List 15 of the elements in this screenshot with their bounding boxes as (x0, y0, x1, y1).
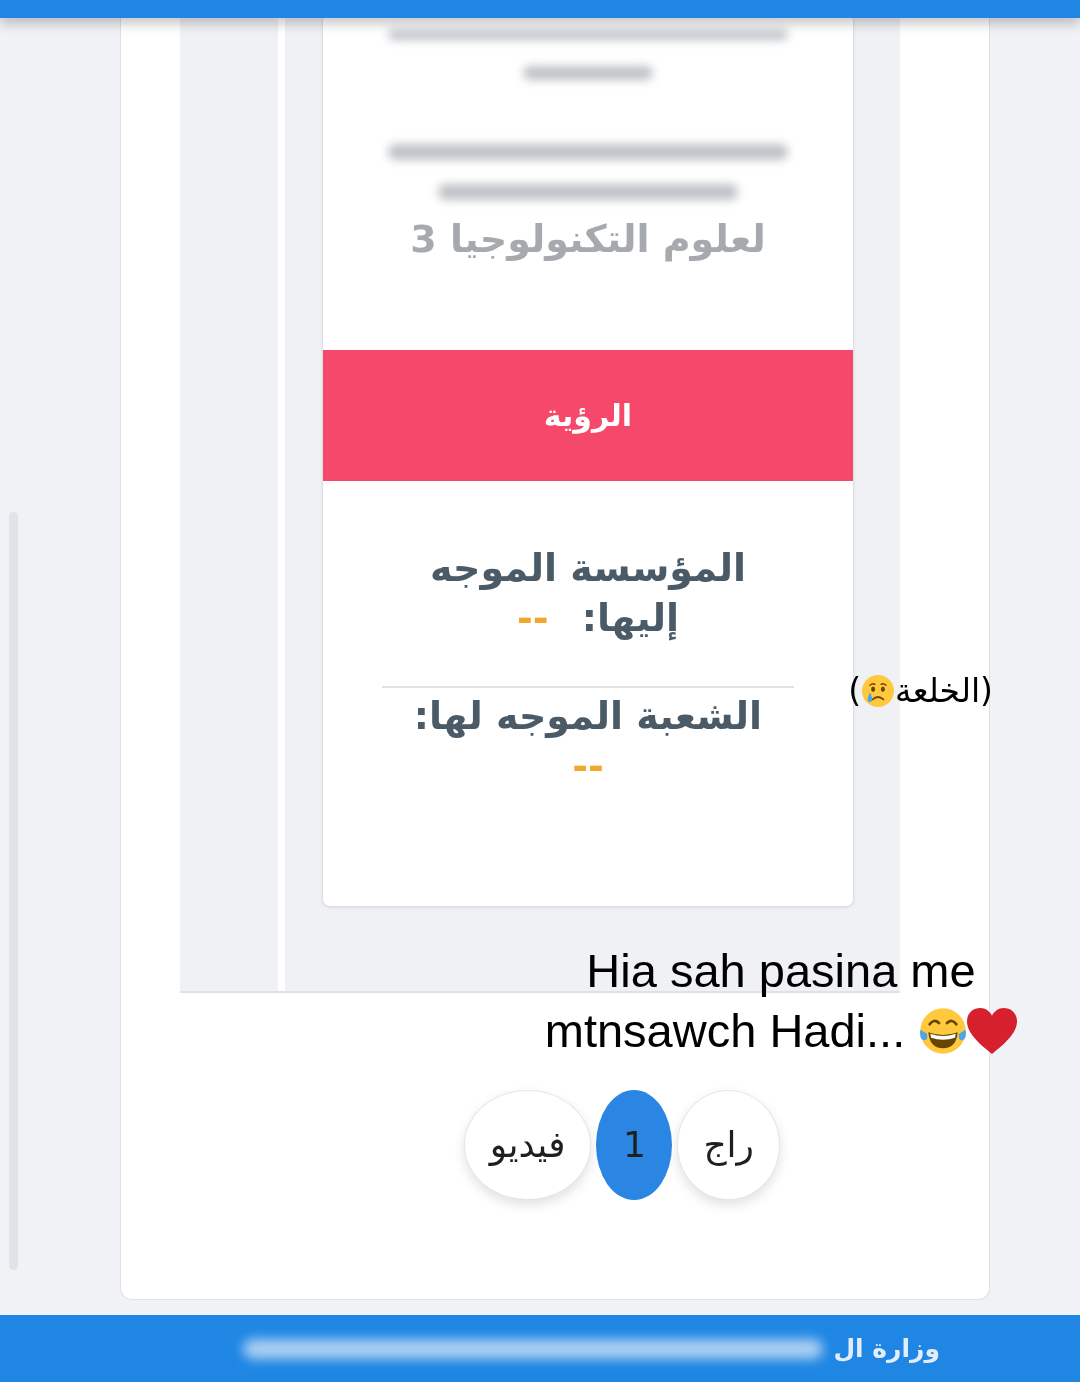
caption-text: Hia sah pasina me (586, 943, 976, 999)
caption-text: (الخلعة (895, 670, 993, 712)
heart-icon (967, 1008, 1018, 1054)
result-field: المؤسسة الموجه إليها: -- (393, 543, 783, 643)
laughing-face-icon (919, 1007, 968, 1055)
title-banner: الرؤية (323, 350, 853, 481)
result-field: الشعبة الموجه لها: -- (393, 691, 783, 791)
caption-parenthesis: ) (848, 670, 862, 712)
page-button[interactable]: فيديو (463, 1090, 592, 1200)
footer-text: وزارة ال (833, 1332, 940, 1365)
card-subtitle: لعلوم التكنولوجيا 3 (410, 216, 766, 262)
caption-text: mtnsawch Hadi... (544, 1003, 906, 1059)
page-button[interactable]: 1 (596, 1090, 673, 1200)
crying-face-icon (862, 674, 895, 707)
page-button[interactable]: راج (677, 1090, 780, 1200)
